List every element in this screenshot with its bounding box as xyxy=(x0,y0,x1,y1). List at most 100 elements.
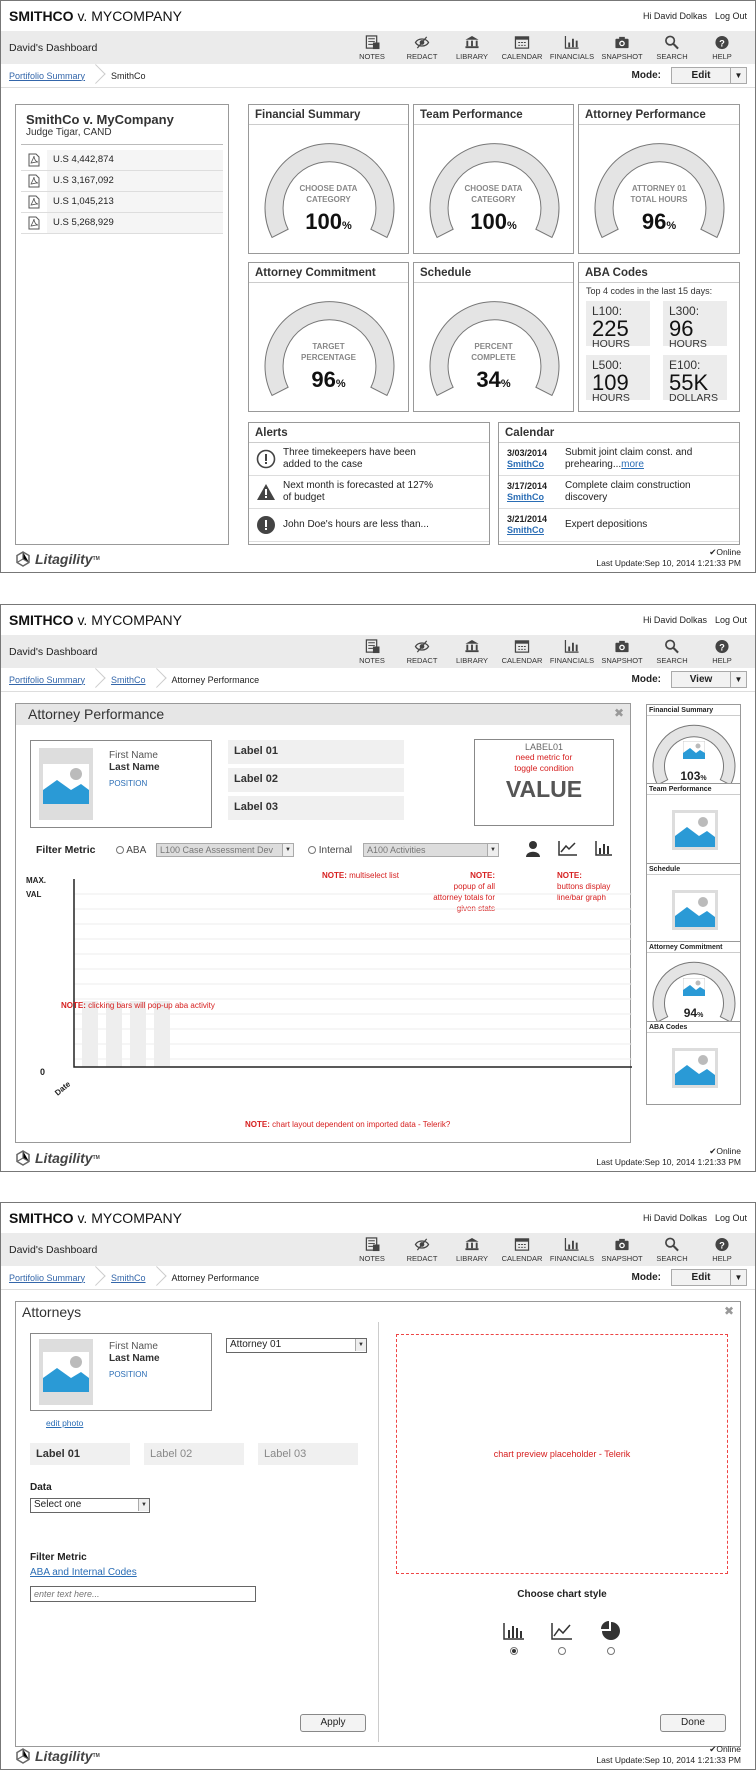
aba-code-cell[interactable]: L100: 225 HOURS xyxy=(586,301,650,350)
crumb-portfolio[interactable]: Portifolio Summary xyxy=(9,675,85,685)
aba-number: 96 xyxy=(669,316,694,341)
image-placeholder-icon xyxy=(672,1048,718,1088)
mini-widget[interactable]: Financial Summary 103% xyxy=(646,704,741,788)
mini-widget[interactable]: ABA Codes xyxy=(646,1021,741,1105)
edit-photo-link[interactable]: edit photo xyxy=(46,1418,83,1428)
redact-icon xyxy=(414,639,430,653)
attorney-select[interactable]: Attorney 01 ▼ xyxy=(226,1338,367,1353)
person-icon[interactable] xyxy=(525,840,541,857)
aba-code-cell[interactable]: E100: 55K DOLLARS xyxy=(663,355,727,404)
position: POSITION xyxy=(109,1370,148,1379)
nav-financials[interactable]: FINANCIALS xyxy=(547,1237,597,1263)
crumb-smithco[interactable]: SmithCo xyxy=(111,1273,146,1283)
nav-label: LIBRARY xyxy=(456,51,488,61)
pie-style-radio[interactable] xyxy=(607,1647,615,1655)
internal-radio[interactable]: Internal xyxy=(308,845,352,856)
calendar-item[interactable]: 3/03/2014 SmithCo Submit joint claim const… xyxy=(499,443,739,476)
mode-select[interactable]: Edit ▼ xyxy=(671,1269,747,1286)
data-select[interactable]: Select one ▼ xyxy=(30,1498,150,1513)
pie-chart-icon[interactable] xyxy=(601,1621,621,1641)
mini-widget[interactable]: Attorney Commitment 94% xyxy=(646,941,741,1023)
calendar-panel[interactable]: Calendar 3/03/2014 SmithCo Submit joint cl… xyxy=(498,422,740,545)
nav-redact[interactable]: REDACT xyxy=(397,1237,447,1263)
bar-chart-icon[interactable] xyxy=(503,1622,525,1640)
calendar-item[interactable]: 3/21/2014 SmithCo Expert depositions xyxy=(499,509,739,542)
nav-financials[interactable]: FINANCIALS xyxy=(547,639,597,665)
more-link[interactable]: more xyxy=(621,459,644,470)
gauge-label: CHOOSE DATA CATEGORY xyxy=(299,184,358,204)
line-style-radio[interactable] xyxy=(558,1647,566,1655)
nav-redact[interactable]: REDACT xyxy=(397,35,447,61)
nav-library[interactable]: LIBRARY xyxy=(447,35,497,61)
amount-row[interactable]: U.S 1,045,213 xyxy=(21,192,223,213)
logout-link[interactable]: Log Out xyxy=(715,1213,747,1223)
nav-calendar[interactable]: CALENDAR xyxy=(497,35,547,61)
aba-codes-panel[interactable]: ABA Codes Top 4 codes in the last 15 day… xyxy=(578,262,740,412)
nav-snapshot[interactable]: SNAPSHOT xyxy=(597,35,647,61)
nav-help[interactable]: ? HELP xyxy=(697,1237,747,1263)
attorney-performance-panel[interactable]: Attorney Performance ATTORNEY 01 TOTAL HO… xyxy=(578,104,740,254)
calendar-case-link[interactable]: SmithCo xyxy=(507,459,544,469)
nav-snapshot[interactable]: SNAPSHOT xyxy=(597,1237,647,1263)
done-button[interactable]: Done xyxy=(660,1714,726,1732)
amount-list: U.S 4,442,874 U.S 3,167,092 U.S 1,045,213 U… xyxy=(21,150,223,234)
calendar-case-link[interactable]: SmithCo xyxy=(507,492,544,502)
amount-row[interactable]: U.S 3,167,092 xyxy=(21,171,223,192)
team-performance-panel[interactable]: Team Performance CHOOSE DATA CATEGORY 100… xyxy=(413,104,574,254)
aba-number: 225 xyxy=(592,316,629,341)
nav-calendar[interactable]: CALENDAR xyxy=(497,639,547,665)
logout-link[interactable]: Log Out xyxy=(715,615,747,625)
aba-code-cell[interactable]: L300: 96 HOURS xyxy=(663,301,727,350)
financial-summary-panel[interactable]: Financial Summary CHOOSE DATA CATEGORY 10… xyxy=(248,104,409,254)
mode-select[interactable]: View ▼ xyxy=(671,671,747,688)
logout-link[interactable]: Log Out xyxy=(715,11,747,21)
mode-select[interactable]: Edit ▼ xyxy=(671,67,747,84)
alert-item[interactable]: Three timekeepers have been added to the … xyxy=(249,443,489,476)
nav-snapshot[interactable]: SNAPSHOT xyxy=(597,639,647,665)
gauge-value: 100% xyxy=(470,209,517,234)
aba-code-cell[interactable]: L500: 109 HOURS xyxy=(586,355,650,404)
nav-calendar[interactable]: CALENDAR xyxy=(497,1237,547,1263)
nav-search[interactable]: SEARCH xyxy=(647,1237,697,1263)
close-icon[interactable]: ✖ xyxy=(724,1304,734,1318)
nav-help[interactable]: ? HELP xyxy=(697,639,747,665)
crumb-smithco[interactable]: SmithCo xyxy=(111,675,146,685)
chart-preview-placeholder: chart preview placeholder - Telerik xyxy=(396,1334,728,1574)
nav-search[interactable]: SEARCH xyxy=(647,639,697,665)
amount-row[interactable]: U.S 4,442,874 xyxy=(21,150,223,171)
nav-financials[interactable]: FINANCIALS xyxy=(547,35,597,61)
bar-graph-icon[interactable] xyxy=(595,840,613,856)
nav-redact[interactable]: REDACT xyxy=(397,639,447,665)
mini-widget[interactable]: Team Performance xyxy=(646,783,741,866)
filter-codes-link[interactable]: ABA and Internal Codes xyxy=(30,1567,137,1578)
amount-row[interactable]: U.S 5,268,929 xyxy=(21,213,223,234)
mini-widget[interactable]: Schedule xyxy=(646,863,741,945)
calendar-case-link[interactable]: SmithCo xyxy=(507,525,544,535)
nav-notes[interactable]: NOTES xyxy=(347,34,397,61)
bar-style-radio[interactable] xyxy=(510,1647,518,1655)
schedule-panel[interactable]: Schedule PERCENT COMPLETE 34% xyxy=(413,262,574,412)
crumb-portfolio[interactable]: Portifolio Summary xyxy=(9,71,85,81)
calendar-item[interactable]: 3/17/2014 SmithCo Complete claim construct… xyxy=(499,476,739,509)
line-graph-icon[interactable] xyxy=(558,840,578,856)
attorney-commitment-panel[interactable]: Attorney Commitment TARGET PERCENTAGE 96% xyxy=(248,262,409,412)
nav-label: CALENDAR xyxy=(501,1253,543,1263)
filter-input[interactable] xyxy=(30,1586,256,1602)
nav-notes[interactable]: NOTES xyxy=(347,638,397,665)
apply-button[interactable]: Apply xyxy=(300,1714,366,1732)
line-chart-icon[interactable] xyxy=(551,1622,573,1640)
nav-library[interactable]: LIBRARY xyxy=(447,639,497,665)
aba-radio[interactable]: ABA xyxy=(116,845,146,856)
alert-item[interactable]: Next month is forecasted at 127% of budge… xyxy=(249,476,489,509)
crumb-portfolio[interactable]: Portifolio Summary xyxy=(9,1273,85,1283)
close-icon[interactable]: ✖ xyxy=(614,706,624,720)
nav-library[interactable]: LIBRARY xyxy=(447,1237,497,1263)
internal-select[interactable]: A100 Activities ▼ xyxy=(363,843,499,857)
nav-notes[interactable]: NOTES xyxy=(347,1236,397,1263)
alerts-panel[interactable]: Alerts Three timekeepers have been added … xyxy=(248,422,490,545)
aba-number: 55K xyxy=(669,370,709,395)
nav-search[interactable]: SEARCH xyxy=(647,35,697,61)
nav-help[interactable]: ? HELP xyxy=(697,35,747,61)
aba-select[interactable]: L100 Case Assessment Dev ▼ xyxy=(156,843,294,857)
alert-item[interactable]: John Doe's hours are less than... xyxy=(249,509,489,542)
